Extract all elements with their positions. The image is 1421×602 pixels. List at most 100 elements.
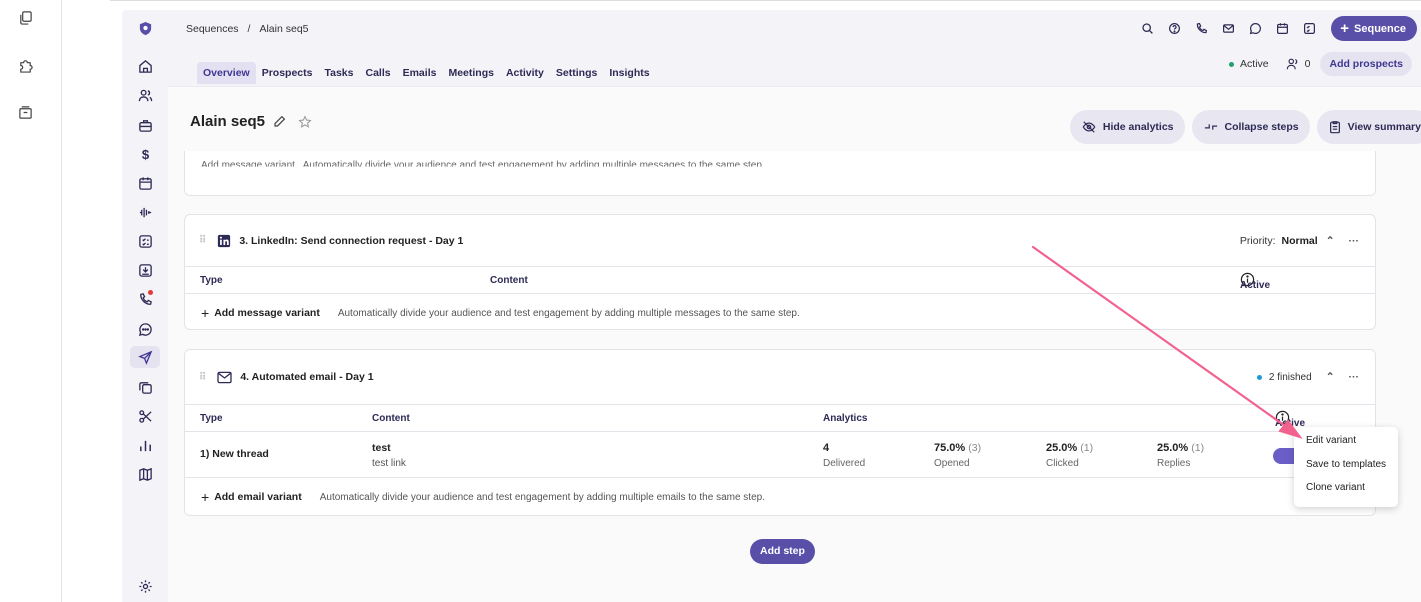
status-label: Active xyxy=(1240,58,1269,70)
priority-value[interactable]: Normal xyxy=(1282,235,1318,247)
new-sequence-label: Sequence xyxy=(1354,22,1406,35)
view-summary-label: View summary xyxy=(1347,121,1421,133)
collapse-steps-button[interactable]: Collapse steps xyxy=(1191,110,1310,144)
menu-item-clone-variant[interactable]: Clone variant xyxy=(1306,482,1398,506)
add-prospects-button[interactable]: Add prospects xyxy=(1320,52,1412,76)
drag-handle-icon[interactable]: ⠿ xyxy=(199,235,207,246)
tab-meetings[interactable]: Meetings xyxy=(442,62,500,84)
left-nav: $ xyxy=(122,10,168,602)
briefcase-icon[interactable] xyxy=(130,114,160,136)
prospect-count[interactable]: 0 xyxy=(1285,57,1311,71)
tasks-icon[interactable] xyxy=(1298,17,1321,40)
help-icon[interactable] xyxy=(1163,17,1186,40)
table-header: Type Content Active xyxy=(185,266,1375,294)
metric-opened: 75.0% (3) Opened xyxy=(934,442,981,469)
plus-icon: + xyxy=(1340,20,1350,37)
step-header: ⠿ 4. Automated email - Day 1 2 finished … xyxy=(185,350,1375,404)
opened-count: (3) xyxy=(968,442,982,454)
col-analytics: Analytics xyxy=(823,413,868,424)
tab-activity[interactable]: Activity xyxy=(500,62,550,84)
mail-icon xyxy=(217,371,232,383)
variant-context-menu: Edit variant Save to templates Clone var… xyxy=(1294,427,1398,507)
opened-value: 75.0% xyxy=(934,442,966,454)
edit-pencil-icon[interactable] xyxy=(273,115,286,128)
people-icon xyxy=(1286,58,1297,70)
new-sequence-button[interactable]: + Sequence xyxy=(1331,16,1417,41)
dollar-icon[interactable]: $ xyxy=(130,143,160,165)
mail-icon[interactable] xyxy=(1217,17,1240,40)
send-icon[interactable] xyxy=(130,346,160,368)
plus-icon: + xyxy=(201,305,210,321)
tab-overview[interactable]: Overview xyxy=(197,62,256,84)
metric-replies: 25.0% (1) Replies xyxy=(1157,442,1204,469)
opened-label: Opened xyxy=(934,458,970,469)
view-summary-button[interactable]: View summary xyxy=(1316,110,1421,144)
tab-tasks[interactable]: Tasks xyxy=(318,62,359,84)
puzzle-icon[interactable] xyxy=(16,56,34,74)
map-icon[interactable] xyxy=(130,463,160,485)
logo-icon[interactable] xyxy=(130,17,160,39)
inbox-icon[interactable] xyxy=(130,259,160,281)
step-card-partial: Add message variant Automatically divide… xyxy=(184,151,1376,196)
col-type: Type xyxy=(200,413,223,424)
breadcrumb-current: Alain seq5 xyxy=(259,23,309,35)
bar-chart-icon[interactable] xyxy=(130,434,160,456)
people-icon[interactable] xyxy=(130,84,160,106)
chevron-up-icon[interactable]: ⌃ xyxy=(1326,371,1335,383)
copy-icon[interactable] xyxy=(16,8,34,26)
status-badge[interactable]: Active xyxy=(1229,58,1269,70)
scissors-icon[interactable] xyxy=(130,405,160,427)
archive-icon[interactable] xyxy=(16,103,34,121)
clicked-value: 25.0% xyxy=(1046,442,1078,454)
tab-settings[interactable]: Settings xyxy=(550,62,603,84)
variant-type: 1) New thread xyxy=(200,448,269,460)
chat-icon[interactable] xyxy=(130,318,160,340)
tab-prospects[interactable]: Prospects xyxy=(256,62,319,84)
metric-delivered: 4 Delivered xyxy=(823,442,865,469)
chevron-up-icon[interactable]: ⌃ xyxy=(1326,235,1335,247)
chat-icon[interactable] xyxy=(1244,17,1267,40)
checklist-icon[interactable] xyxy=(130,230,160,252)
step-card-linkedin: ⠿ 3. LinkedIn: Send connection request -… xyxy=(184,214,1376,330)
hide-analytics-button[interactable]: Hide analytics xyxy=(1069,110,1185,144)
col-content: Content xyxy=(490,275,528,286)
tab-emails[interactable]: Emails xyxy=(397,62,443,84)
clipboard-icon xyxy=(1329,121,1340,134)
add-message-variant-button[interactable]: Add message variant xyxy=(214,307,320,319)
copy-icon[interactable] xyxy=(130,376,160,398)
add-message-variant-row: + Add message variant Automatically divi… xyxy=(185,294,1375,332)
step-more-button[interactable]: ··· xyxy=(1349,371,1360,383)
add-step-button[interactable]: Add step xyxy=(750,539,815,564)
app-frame: $ Sequences / Alain seq5 + Sequence Over… xyxy=(122,10,1421,602)
calendar-icon[interactable] xyxy=(1271,17,1294,40)
menu-item-edit-variant[interactable]: Edit variant xyxy=(1306,435,1398,459)
header-toolbar: + Sequence xyxy=(1132,16,1421,41)
calendar-icon[interactable] xyxy=(130,172,160,194)
breadcrumb: Sequences / Alain seq5 xyxy=(186,23,309,35)
prospect-count-value: 0 xyxy=(1304,58,1311,70)
step-status-text: 2 finished xyxy=(1268,371,1312,383)
variant-subject: test xyxy=(372,442,391,454)
variant-content[interactable]: test test link xyxy=(372,442,406,469)
breadcrumb-root[interactable]: Sequences xyxy=(186,23,239,35)
table-header: Type Content Analytics Active xyxy=(185,404,1375,432)
add-email-variant-row: + Add email variant Automatically divide… xyxy=(185,478,1375,516)
drag-handle-icon[interactable]: ⠿ xyxy=(199,372,207,383)
settings-icon[interactable] xyxy=(130,575,160,597)
phone-icon[interactable] xyxy=(1190,17,1213,40)
partial-add-row: Add message variant Automatically divide… xyxy=(201,160,765,171)
step-more-button[interactable]: ··· xyxy=(1349,235,1360,247)
home-icon[interactable] xyxy=(130,55,160,77)
star-icon[interactable] xyxy=(298,114,312,129)
replies-label: Replies xyxy=(1157,458,1191,469)
col-content: Content xyxy=(372,413,410,424)
waveform-icon[interactable] xyxy=(130,201,160,223)
menu-item-save-to-templates[interactable]: Save to templates xyxy=(1306,459,1398,483)
page-title-text: Alain seq5 xyxy=(190,113,266,130)
table-row[interactable]: 1) New thread test test link 4 Delivered… xyxy=(185,432,1375,478)
tab-insights[interactable]: Insights xyxy=(603,62,655,84)
tab-calls[interactable]: Calls xyxy=(359,62,396,84)
search-icon[interactable] xyxy=(1136,17,1159,40)
phone-icon[interactable] xyxy=(130,288,160,310)
add-email-variant-button[interactable]: Add email variant xyxy=(214,491,302,503)
